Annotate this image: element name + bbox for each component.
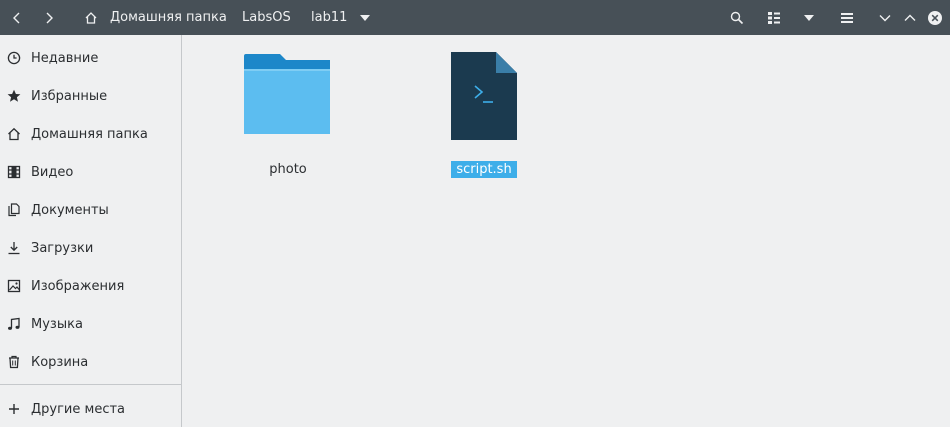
close-button[interactable] [924, 0, 946, 35]
chevron-right-icon [46, 12, 53, 23]
sidebar-item-label: Другие места [31, 401, 126, 417]
file-item-photo[interactable]: photo [233, 52, 343, 182]
sidebar-item-label: Корзина [31, 354, 89, 370]
sidebar-item-music[interactable]: Музыка [0, 308, 181, 340]
breadcrumb-lab11[interactable]: lab11 [311, 0, 347, 35]
folder-icon [244, 54, 330, 134]
breadcrumb-labsos[interactable]: LabsOS [242, 0, 291, 35]
file-item-script[interactable]: script.sh [429, 52, 539, 182]
file-name: photo [269, 162, 307, 177]
terminal-file-icon [451, 52, 517, 140]
header-bar: Домашняя папка LabsOS lab11 [0, 0, 950, 35]
triangle-down-icon [804, 14, 814, 21]
hamburger-menu-icon [841, 12, 853, 23]
back-button[interactable] [4, 0, 30, 35]
clock-icon [7, 51, 21, 65]
chevron-down-icon [879, 14, 891, 21]
view-dropdown-button[interactable] [799, 0, 819, 35]
sidebar-item-label: Видео [31, 164, 74, 180]
sidebar-divider [0, 384, 181, 385]
star-icon [7, 89, 21, 103]
music-icon [7, 317, 21, 331]
sidebar-item-label: Недавние [31, 50, 99, 66]
forward-button[interactable] [36, 0, 62, 35]
search-button[interactable] [726, 0, 748, 35]
sidebar-item-trash[interactable]: Корзина [0, 346, 181, 378]
sidebar-item-label: Домашняя папка [31, 126, 148, 142]
download-icon [7, 241, 21, 255]
sidebar-item-recent[interactable]: Недавние [0, 42, 181, 74]
sidebar-item-documents[interactable]: Документы [0, 194, 181, 226]
file-view: photo script.sh [182, 35, 950, 427]
plus-icon [7, 402, 21, 416]
film-icon [7, 165, 21, 179]
close-icon [928, 10, 942, 25]
sidebar-item-label: Изображения [31, 278, 125, 294]
maximize-button[interactable] [899, 0, 921, 35]
sidebar-item-label: Музыка [31, 316, 83, 332]
search-icon [730, 11, 744, 24]
triangle-down-icon [360, 14, 370, 21]
trash-icon [7, 355, 21, 369]
sidebar-item-label: Загрузки [31, 240, 94, 256]
image-icon [7, 279, 21, 293]
sidebar-item-videos[interactable]: Видео [0, 156, 181, 188]
breadcrumb-dropdown-button[interactable] [355, 0, 375, 35]
sidebar-item-label: Документы [31, 202, 109, 218]
sidebar-item-downloads[interactable]: Загрузки [0, 232, 181, 264]
sidebar-item-starred[interactable]: Избранные [0, 80, 181, 112]
sidebar-item-home[interactable]: Домашняя папка [0, 118, 181, 150]
main-menu-button[interactable] [836, 0, 858, 35]
chevron-left-icon [13, 12, 20, 23]
breadcrumb-home[interactable]: Домашняя папка [110, 0, 227, 35]
document-icon [7, 203, 21, 217]
file-name-selected: script.sh [429, 161, 539, 178]
view-options-icon [768, 11, 780, 24]
chevron-up-icon [904, 14, 916, 21]
home-breadcrumb-button[interactable] [80, 0, 102, 35]
minimize-button[interactable] [874, 0, 896, 35]
sidebar: Недавние Избранные Домашняя папка Видео [0, 35, 182, 427]
home-icon [7, 127, 21, 141]
sidebar-item-other-places[interactable]: Другие места [0, 393, 181, 425]
home-icon [85, 11, 97, 24]
view-options-button[interactable] [763, 0, 785, 35]
sidebar-item-pictures[interactable]: Изображения [0, 270, 181, 302]
sidebar-item-label: Избранные [31, 88, 108, 104]
